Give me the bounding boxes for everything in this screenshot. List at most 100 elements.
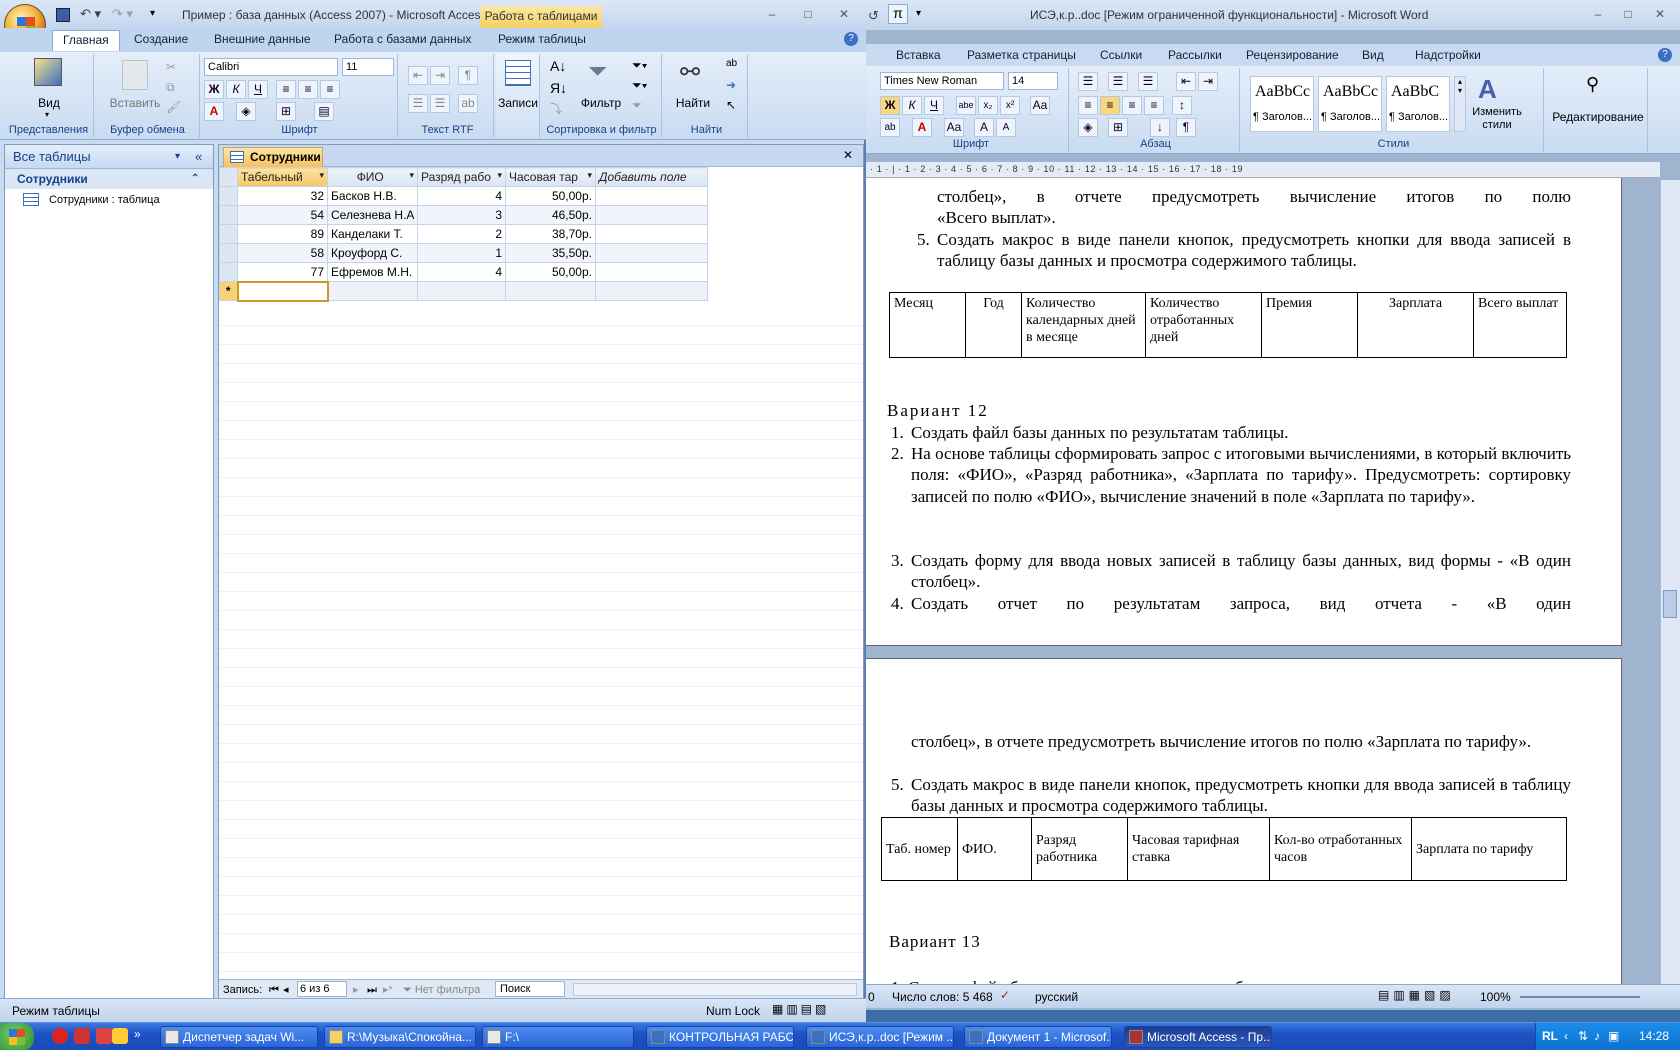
col-dropdown-icon[interactable]: ▾ [409, 170, 414, 181]
access-alt-row-color-icon[interactable]: ▤ [314, 102, 334, 121]
access-bold-button[interactable]: Ж [204, 80, 224, 99]
word-style-heading2[interactable]: AaBbCc ¶ Заголов... [1318, 76, 1382, 132]
word-style-heading3[interactable]: AaBbC ¶ Заголов... [1386, 76, 1450, 132]
quicklaunch-more-icon[interactable]: » [134, 1027, 141, 1041]
word-increease-indent-icon[interactable]: ⇥ [1198, 72, 1218, 91]
rtf-bullets-icon[interactable]: ☰ [408, 94, 428, 113]
filter-button[interactable]: Фильтр [578, 96, 624, 110]
row-selector[interactable] [219, 224, 238, 244]
rtf-direction-icon[interactable]: ¶ [458, 66, 478, 85]
word-tab-mailings[interactable]: Рассылки [1168, 48, 1222, 62]
word-qat-menu-icon[interactable]: ▾ [916, 8, 921, 19]
access-tab-database-tools[interactable]: Работа с базами данных [334, 32, 471, 46]
access-tab-datasheet[interactable]: Режим таблицы [498, 32, 586, 46]
access-font-color-icon[interactable]: A [204, 102, 224, 121]
word-minimize-button[interactable]: – [1586, 6, 1610, 22]
col-header-fio[interactable]: ФИО ▾ [327, 167, 418, 187]
access-maximize-button[interactable]: □ [796, 6, 820, 22]
cell-empty[interactable] [595, 186, 708, 206]
word-change-case-icon[interactable]: Aa [944, 118, 964, 137]
cell-rate[interactable]: 38,70р. [505, 224, 596, 244]
cell-grade[interactable]: 4 [417, 262, 506, 282]
row-selector[interactable] [219, 186, 238, 206]
nav-group-header[interactable]: Сотрудники ⌃ [5, 169, 213, 189]
cell-rate[interactable]: 46,50р. [505, 205, 596, 225]
tray-language[interactable]: RL [1542, 1029, 1558, 1043]
row-selector[interactable] [219, 262, 238, 282]
word-change-styles-button[interactable]: Изменить стили [1468, 106, 1526, 132]
tray-clock[interactable]: 14:28 [1639, 1029, 1669, 1043]
clear-sort-icon[interactable]: ⤵ [550, 100, 562, 117]
word-pilcrow-icon[interactable]: ¶ [1176, 118, 1196, 137]
new-cell-rate[interactable] [505, 281, 596, 301]
word-line-spacing-icon[interactable]: ↕ [1172, 96, 1192, 115]
record-position-input[interactable]: 6 из 6 [297, 981, 347, 997]
new-cell-fio[interactable] [327, 281, 418, 301]
find-button[interactable]: Найти [666, 96, 720, 110]
selection-filter-icon[interactable]: ⏷▾ [632, 58, 647, 73]
task-item-document1[interactable]: Документ 1 - Microsof... [964, 1026, 1112, 1048]
cell-fio[interactable]: Селезнева Н.А [327, 205, 418, 225]
select-all-corner[interactable] [219, 167, 238, 187]
word-shrink-font-icon[interactable]: A [996, 118, 1016, 137]
cell-empty[interactable] [595, 224, 708, 244]
view-button[interactable]: Вид [4, 96, 94, 110]
word-tab-insert[interactable]: Вставка [896, 48, 941, 62]
word-borders-icon[interactable]: ⊞ [1108, 118, 1128, 137]
task-item-music-folder[interactable]: R:\Музыка\Спокойна... [324, 1026, 476, 1048]
cell-empty[interactable] [595, 243, 708, 263]
nav-collapse-icon[interactable]: « [195, 145, 202, 169]
access-tab-home[interactable]: Главная [52, 30, 120, 51]
view-dropdown-icon[interactable]: ▾ [45, 110, 49, 119]
col-header-rate[interactable]: Часовая тар ▾ [505, 167, 596, 187]
start-button[interactable] [0, 1023, 34, 1050]
word-zoom-slider[interactable] [1520, 996, 1640, 998]
new-cell-tabnum[interactable] [236, 280, 329, 302]
table-row[interactable]: 54 Селезнева Н.А 3 46,50р. [219, 205, 708, 225]
word-editing-button[interactable]: Редактирование [1550, 110, 1646, 124]
table-row[interactable]: 89 Канделаки Т. 2 38,70р. [219, 224, 708, 244]
task-item-drive-f[interactable]: F:\ [482, 1026, 634, 1048]
col-dropdown-icon[interactable]: ▾ [497, 170, 502, 181]
word-page-indicator[interactable]: 0 [868, 990, 875, 1004]
rtf-indent-icon[interactable]: ⇤ [408, 66, 428, 85]
rtf-numbering-icon[interactable]: ☰ [430, 94, 450, 113]
tray-misc-icon[interactable]: ▣ [1608, 1029, 1619, 1043]
word-tab-references[interactable]: Ссылки [1100, 48, 1142, 62]
cell-fio[interactable]: Ефремов М.Н. [327, 262, 418, 282]
cell-tabnum[interactable]: 54 [237, 205, 328, 225]
access-help-icon[interactable]: ? [844, 32, 858, 46]
goto-icon[interactable]: ➜ [726, 78, 736, 92]
prev-record-icon[interactable]: ◂ [283, 981, 289, 999]
word-highlight-icon[interactable]: ab [880, 118, 900, 137]
word-shading-icon[interactable]: ◈ [1078, 118, 1098, 137]
word-language[interactable]: русский [1035, 990, 1078, 1004]
toggle-filter-icon[interactable]: ⏷ [632, 98, 642, 113]
new-record-row[interactable]: * [219, 280, 708, 302]
table-row[interactable]: 77 Ефремов М.Н. 4 50,00р. [219, 262, 708, 282]
magnet-icon[interactable] [96, 1028, 112, 1044]
word-underline-button[interactable]: Ч [924, 96, 944, 115]
replace-icon[interactable]: ab [726, 58, 737, 69]
advanced-filter-icon[interactable]: ⏷▾ [632, 78, 647, 93]
word-clear-format-icon[interactable]: Aa [1030, 96, 1050, 115]
word-sort-icon[interactable]: ↓ [1150, 118, 1170, 137]
cell-tabnum[interactable]: 58 [237, 243, 328, 263]
cell-grade[interactable]: 1 [417, 243, 506, 263]
sort-desc-icon[interactable]: Я↓ [550, 80, 567, 96]
access-tab-create[interactable]: Создание [134, 32, 188, 46]
tray-arrow-icon[interactable]: ‹ [1564, 1029, 1568, 1043]
first-record-icon[interactable]: ⏮ [269, 981, 279, 999]
word-font-size-combo[interactable]: 14 [1008, 72, 1058, 90]
word-strikethrough-button[interactable]: abe [956, 96, 976, 115]
opera-icon[interactable] [52, 1028, 68, 1044]
access-align-right-icon[interactable]: ≡ [320, 80, 340, 99]
task-item-ise-doc[interactable]: ИСЭ,к.р..doc [Режим ... [806, 1026, 954, 1048]
word-decrease-indent-icon[interactable]: ⇤ [1176, 72, 1196, 91]
paste-button[interactable]: Вставить [102, 96, 168, 110]
antivirus-icon[interactable] [74, 1028, 90, 1044]
word-tab-review[interactable]: Рецензирование [1246, 48, 1339, 62]
access-align-left-icon[interactable]: ≡ [276, 80, 296, 99]
format-painter-icon[interactable]: 🖌 [166, 100, 181, 114]
word-pi-icon[interactable]: π [888, 4, 908, 24]
